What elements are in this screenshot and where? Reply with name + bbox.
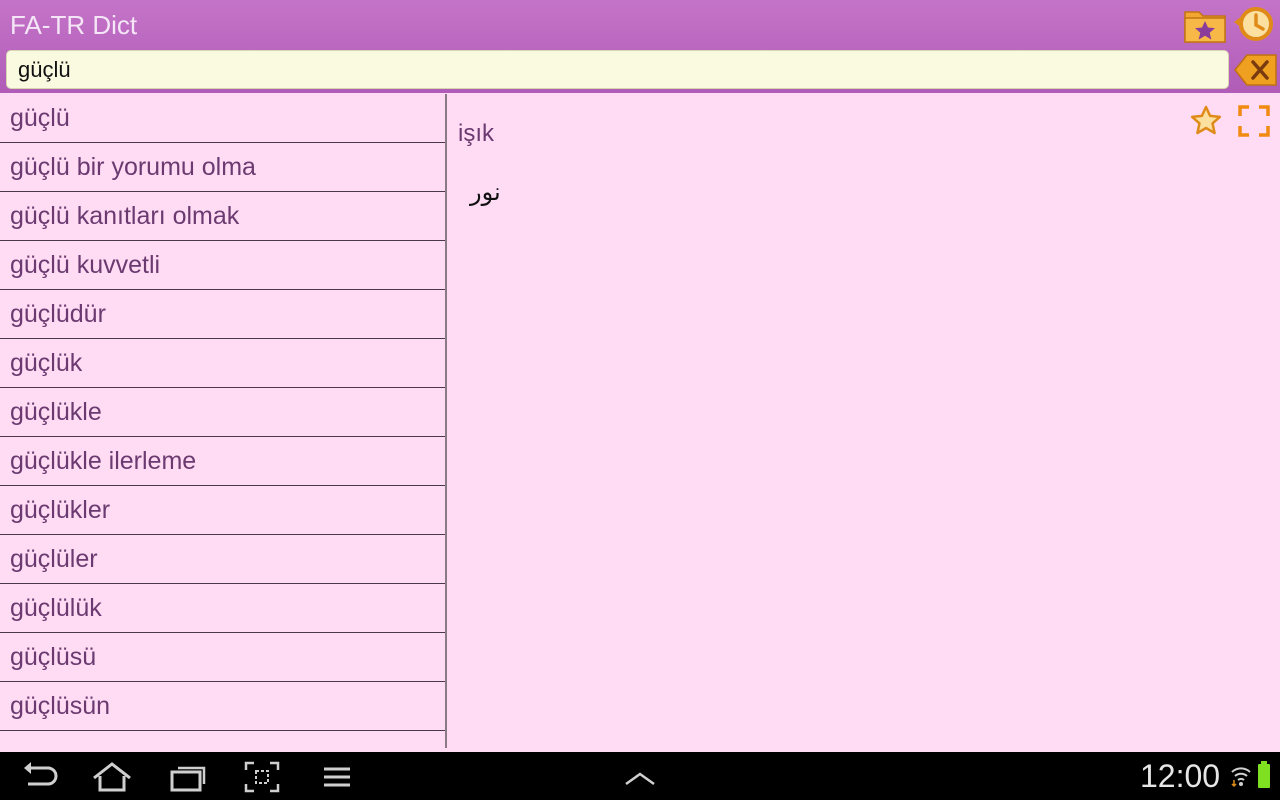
detail-word: işık xyxy=(458,120,494,147)
word-list: güçlü güçlü bir yorumu olma güçlü kanıtl… xyxy=(0,94,447,748)
battery-icon xyxy=(1258,761,1270,788)
screenshot-icon[interactable] xyxy=(244,760,280,794)
list-item[interactable]: güçlü kuvvetli xyxy=(0,241,445,290)
list-item[interactable]: güçlüsün xyxy=(0,682,445,731)
folder-star-icon xyxy=(1184,11,1226,43)
list-item[interactable]: güçlüsü xyxy=(0,633,445,682)
list-item[interactable]: güçlü bir yorumu olma xyxy=(0,143,445,192)
clear-search-button[interactable] xyxy=(1233,52,1278,88)
list-item[interactable]: güçlü kanıtları olmak xyxy=(0,192,445,241)
app-title: FA-TR Dict xyxy=(10,10,138,40)
status-clock: 12:00 xyxy=(1140,758,1221,794)
list-item[interactable]: güçlü xyxy=(0,94,445,143)
app-window: FA-TR Dict güçlü güçlü bir yorum xyxy=(0,0,1280,752)
history-clock-icon xyxy=(1234,7,1273,41)
back-icon[interactable] xyxy=(20,760,60,794)
add-favorite-button[interactable] xyxy=(1189,104,1223,138)
history-button[interactable] xyxy=(1232,4,1276,44)
detail-translation: نور xyxy=(470,178,501,206)
search-input[interactable] xyxy=(6,50,1229,89)
list-item[interactable]: güçlüdür xyxy=(0,290,445,339)
recent-apps-icon[interactable] xyxy=(168,760,208,794)
fullscreen-icon xyxy=(1238,105,1270,137)
chevron-up-icon[interactable] xyxy=(622,760,658,794)
list-item[interactable]: güçlük xyxy=(0,339,445,388)
detail-panel: işık نور xyxy=(449,94,1280,748)
header-bar: FA-TR Dict xyxy=(0,0,1280,93)
system-nav-bar: 12:00 xyxy=(0,752,1280,800)
favorites-folder-button[interactable] xyxy=(1183,4,1227,44)
fullscreen-button[interactable] xyxy=(1237,104,1271,138)
star-outline-icon xyxy=(1190,105,1222,135)
list-item[interactable]: güçlükle xyxy=(0,388,445,437)
list-item[interactable]: güçlüler xyxy=(0,535,445,584)
list-item[interactable]: güçlükler xyxy=(0,486,445,535)
list-item[interactable]: güçlükle ilerleme xyxy=(0,437,445,486)
menu-icon[interactable] xyxy=(322,760,352,794)
wifi-icon xyxy=(1231,767,1251,788)
backspace-clear-icon xyxy=(1234,54,1277,86)
list-item[interactable]: güçlülük xyxy=(0,584,445,633)
home-icon[interactable] xyxy=(90,760,134,794)
